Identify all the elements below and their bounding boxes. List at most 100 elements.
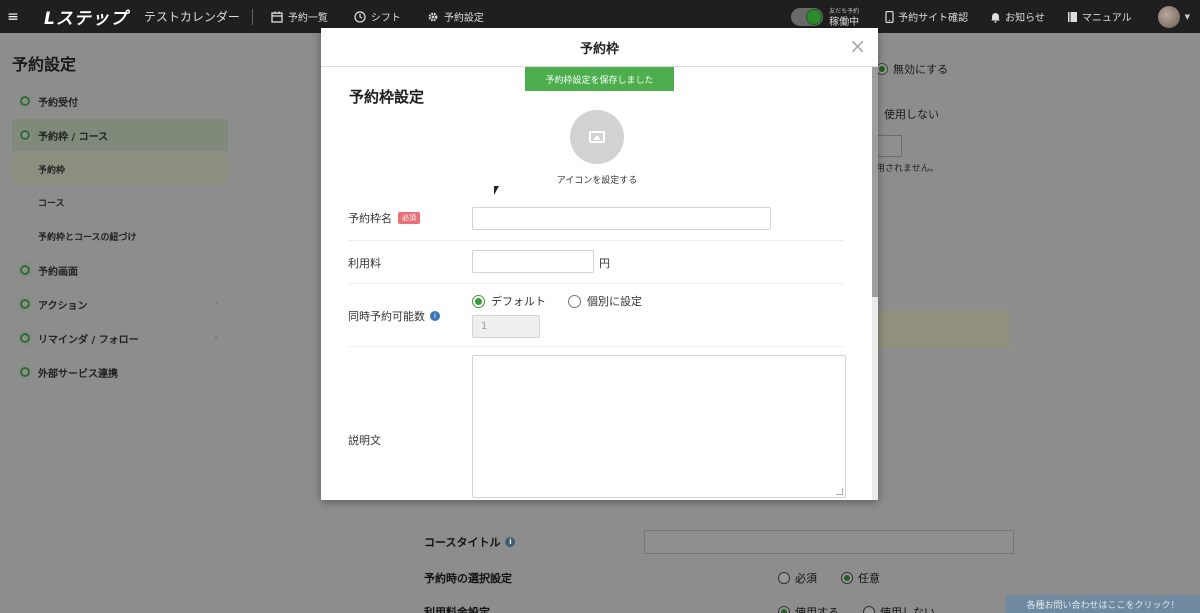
radio-fee-unused[interactable]: 使用しない — [863, 604, 935, 613]
radio-label: 使用する — [795, 606, 839, 613]
hamburger-menu-icon[interactable]: ≡ — [0, 0, 26, 33]
mouse-cursor-icon — [494, 186, 499, 195]
slot-icon-upload[interactable] — [570, 110, 624, 164]
toggle-small-label: 友だち予約 — [829, 7, 860, 15]
nav-reservation-list[interactable]: 予約一覧 — [271, 9, 328, 24]
radio-optional[interactable]: 任意 — [841, 570, 880, 586]
image-icon — [589, 131, 605, 143]
concurrent-label: 同時予約可能数 i — [348, 308, 440, 324]
sidebar-item-label: コース — [38, 198, 65, 209]
clock-icon — [354, 10, 366, 23]
section-title: 予約枠設定 — [349, 88, 425, 106]
sidebar-item-label: 予約枠 / コース — [38, 131, 109, 143]
modal-header: 予約枠 — [321, 28, 878, 67]
label-text: 予約枠名 — [348, 212, 392, 225]
radio-dot — [863, 606, 875, 613]
label-text: 利用料 — [348, 257, 381, 270]
link-manual[interactable]: マニュアル — [1067, 9, 1132, 24]
sidebar-item-label: リマインダ / フォロー — [38, 334, 139, 346]
nav-shift[interactable]: シフト — [354, 9, 401, 24]
sidebar-item-slots-courses[interactable]: 予約枠 / コース — [12, 119, 228, 151]
fee-label: 利用料 — [348, 255, 381, 271]
gear-icon — [18, 297, 32, 311]
modal-title: 予約枠 — [579, 41, 619, 57]
gear-icon — [18, 331, 32, 345]
radio-label: 無効にする — [893, 63, 949, 76]
operation-toggle[interactable] — [791, 7, 824, 26]
link-reservation-site[interactable]: 予約サイト確認 — [885, 9, 968, 24]
radio-unused[interactable]: 使用しない — [884, 106, 939, 122]
logo[interactable]: Lステップ — [44, 4, 128, 29]
toggle-knob — [806, 8, 823, 25]
background-note: 用されません。 — [876, 164, 939, 174]
radio-label: 使用しない — [884, 108, 939, 121]
sidebar-subitem-slots[interactable]: 予約枠 — [12, 153, 228, 185]
sidebar-item-external[interactable]: 外部サービス連携 — [12, 356, 228, 388]
radio-dot — [778, 572, 790, 584]
course-title-input[interactable] — [644, 530, 1014, 554]
radio-label: 任意 — [858, 572, 880, 585]
select-setting-label: 予約時の選択設定 — [424, 570, 512, 586]
link-label: 予約サイト確認 — [898, 13, 969, 24]
radio-default[interactable]: デフォルト — [472, 293, 546, 309]
slot-name-input[interactable] — [472, 207, 771, 230]
sidebar-item-label: 予約枠とコースの紐づけ — [38, 232, 137, 243]
nav-label: 予約一覧 — [287, 13, 328, 24]
help-contact-button[interactable]: 各種お問い合わせはここをクリック！ — [1006, 595, 1200, 613]
slot-name-label: 予約枠名 必須 — [348, 210, 420, 226]
divider — [348, 240, 844, 241]
chevron-right-icon: › — [214, 333, 218, 343]
book-icon — [1067, 11, 1077, 22]
sidebar-subitem-link-slots-courses[interactable]: 予約枠とコースの紐づけ — [12, 220, 228, 252]
sidebar-item-label: アクション — [38, 300, 88, 312]
radio-dot — [778, 606, 790, 613]
divider — [251, 8, 253, 25]
fee-unit: 円 — [599, 257, 610, 270]
divider — [348, 283, 844, 284]
bell-icon — [991, 12, 1001, 23]
sidebar-item-action[interactable]: アクション › — [12, 288, 228, 320]
link-label: マニュアル — [1081, 13, 1132, 24]
label-text: 同時予約可能数 — [348, 310, 425, 323]
fee-input[interactable] — [472, 250, 594, 273]
divider — [348, 346, 844, 347]
background-settings: 無効にする 使用しない 用されません。 — [870, 33, 1200, 503]
gear-icon — [18, 365, 32, 379]
radio-label: 個別に設定 — [587, 295, 642, 308]
close-icon[interactable]: × — [849, 36, 866, 56]
link-label: お知らせ — [1005, 13, 1045, 24]
sidebar-item-label: 予約画面 — [38, 266, 78, 278]
calendar-name: テストカレンダー — [143, 10, 240, 24]
sidebar-item-screen[interactable]: 予約画面 — [12, 254, 228, 286]
radio-dot — [568, 294, 581, 308]
label-text: コースタイトル — [424, 536, 501, 549]
set-icon-link[interactable]: アイコンを設定する — [531, 173, 663, 186]
chevron-down-icon[interactable]: ▼ — [1185, 13, 1190, 21]
modal-scrollbar[interactable] — [872, 67, 878, 500]
fee-setting-label: 利用料金設定 — [424, 604, 490, 613]
course-title-label: コースタイトル i — [424, 534, 516, 550]
sidebar-item-reception[interactable]: 予約受付 — [12, 85, 228, 117]
info-icon[interactable]: i — [505, 537, 516, 547]
sidebar-subitem-courses[interactable]: コース — [12, 186, 228, 218]
description-textarea[interactable] — [472, 355, 846, 498]
info-icon[interactable]: i — [430, 311, 440, 321]
radio-required[interactable]: 必須 — [778, 570, 817, 586]
sidebar-item-reminder[interactable]: リマインダ / フォロー › — [12, 322, 228, 354]
chevron-right-icon: › — [214, 299, 218, 309]
radio-individual[interactable]: 個別に設定 — [568, 293, 642, 309]
background-course-form: コースタイトル i 予約時の選択設定 必須 任意 利用料金設定 使用する 使用し… — [410, 520, 1014, 613]
radio-fee-use[interactable]: 使用する — [778, 604, 839, 613]
sidebar-item-label: 予約枠 — [38, 165, 66, 176]
reservation-slot-modal: 予約枠 × 予約枠設定を保存しました 予約枠設定 アイコンを設定する 予約枠名 … — [321, 28, 878, 500]
phone-icon — [885, 10, 894, 23]
radio-disable[interactable]: 無効にする — [876, 61, 948, 77]
user-avatar[interactable] — [1157, 5, 1180, 28]
scrollbar-thumb[interactable] — [872, 67, 878, 297]
link-notifications[interactable]: お知らせ — [990, 9, 1045, 24]
nav-reservation-settings[interactable]: 予約設定 — [427, 9, 484, 24]
nav-label: シフト — [370, 13, 401, 24]
label-text: 利用料金設定 — [424, 606, 490, 613]
background-notice-box — [870, 311, 1010, 349]
sidebar-title: 予約設定 — [12, 55, 77, 74]
